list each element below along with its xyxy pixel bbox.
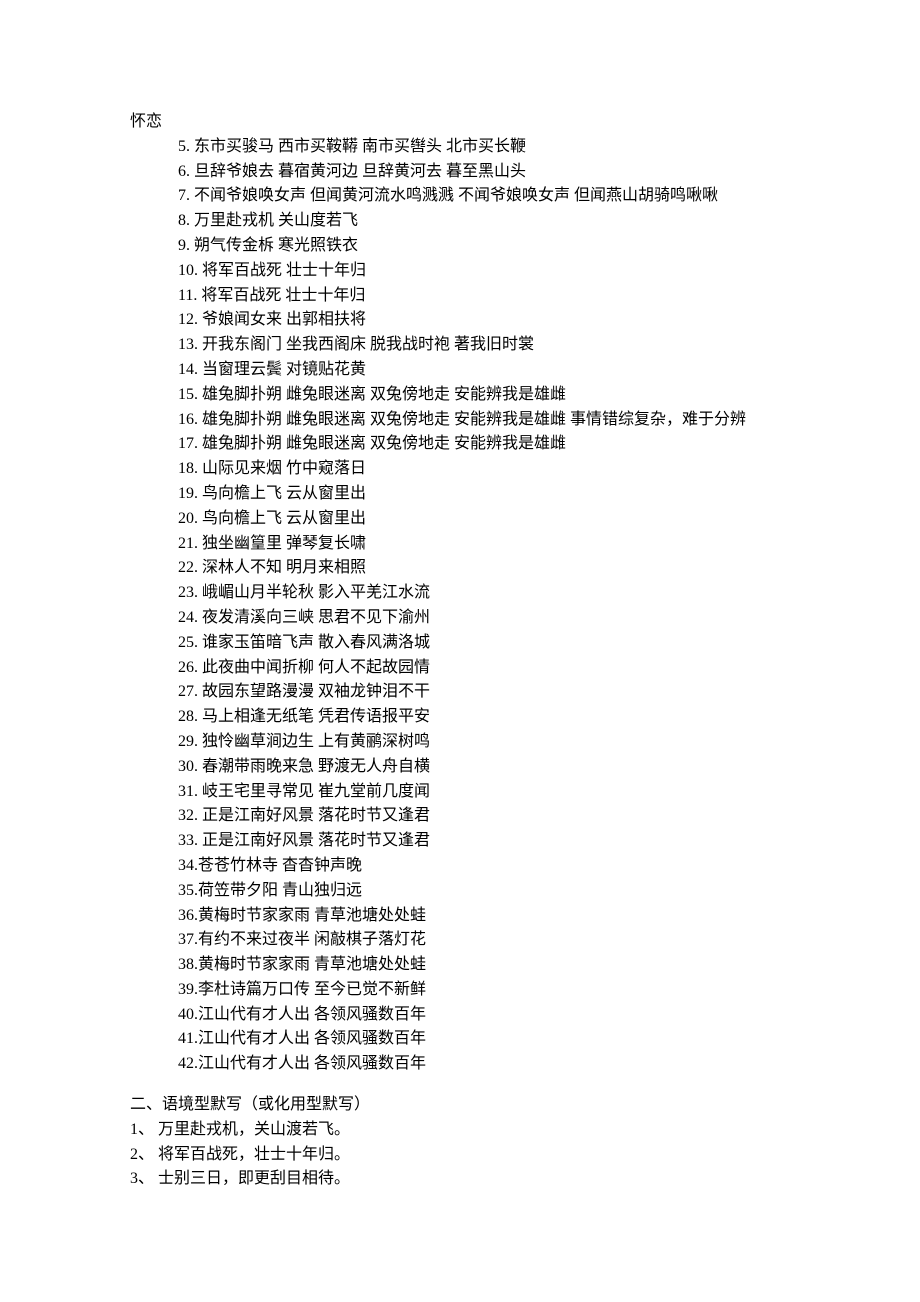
- list-item: 8. 万里赴戎机 关山度若飞: [130, 209, 790, 234]
- list-item: 21. 独坐幽篁里 弹琴复长啸: [130, 532, 790, 557]
- list-item: 34.苍苍竹林寺 杳杳钟声晚: [130, 854, 790, 879]
- list-item: 19. 鸟向檐上飞 云从窗里出: [130, 482, 790, 507]
- list-item: 5. 东市买骏马 西市买鞍鞯 南市买辔头 北市买长鞭: [130, 135, 790, 160]
- list-item: 23. 峨嵋山月半轮秋 影入平羌江水流: [130, 581, 790, 606]
- list-item: 28. 马上相逢无纸笔 凭君传语报平安: [130, 705, 790, 730]
- list-item: 24. 夜发清溪向三峡 思君不见下渝州: [130, 606, 790, 631]
- section-2-heading: 二、语境型默写（或化用型默写）: [130, 1093, 790, 1118]
- list-item: 13. 开我东阁门 坐我西阁床 脱我战时袍 著我旧时裳: [130, 333, 790, 358]
- list-item: 27. 故园东望路漫漫 双袖龙钟泪不干: [130, 680, 790, 705]
- list-item: 怀恋: [130, 110, 790, 135]
- list-item: 31. 岐王宅里寻常见 崔九堂前几度闻: [130, 780, 790, 805]
- list-item: 18. 山际见来烟 竹中窥落日: [130, 457, 790, 482]
- list-item: 17. 雄兔脚扑朔 雌兔眼迷离 双兔傍地走 安能辨我是雄雌: [130, 432, 790, 457]
- list-item: 11. 将军百战死 壮士十年归: [130, 284, 790, 309]
- list-item: 12. 爷娘闻女来 出郭相扶将: [130, 308, 790, 333]
- list-item: 10. 将军百战死 壮士十年归: [130, 259, 790, 284]
- list-item: 32. 正是江南好风景 落花时节又逢君: [130, 804, 790, 829]
- section-2-item: 2、 将军百战死，壮士十年归。: [130, 1143, 790, 1168]
- list-item: 16. 雄兔脚扑朔 雌兔眼迷离 双兔傍地走 安能辨我是雄雌 事情错综复杂，难于分…: [130, 408, 790, 433]
- list-item: 36.黄梅时节家家雨 青草池塘处处蛙: [130, 904, 790, 929]
- list-item: 41.江山代有才人出 各领风骚数百年: [130, 1027, 790, 1052]
- list-item: 25. 谁家玉笛暗飞声 散入春风满洛城: [130, 631, 790, 656]
- list-item: 20. 鸟向檐上飞 云从窗里出: [130, 507, 790, 532]
- list-item: 30. 春潮带雨晚来急 野渡无人舟自横: [130, 755, 790, 780]
- list-item: 35.荷笠带夕阳 青山独归远: [130, 879, 790, 904]
- list-item: 29. 独怜幽草涧边生 上有黄鹂深树鸣: [130, 730, 790, 755]
- list-item: 33. 正是江南好风景 落花时节又逢君: [130, 829, 790, 854]
- section-2: 二、语境型默写（或化用型默写） 1、 万里赴戎机，关山渡若飞。 2、 将军百战死…: [130, 1093, 790, 1192]
- section-2-item: 1、 万里赴戎机，关山渡若飞。: [130, 1118, 790, 1143]
- list-item: 39.李杜诗篇万口传 至今已觉不新鲜: [130, 978, 790, 1003]
- list-item: 7. 不闻爷娘唤女声 但闻黄河流水鸣溅溅 不闻爷娘唤女声 但闻燕山胡骑鸣啾啾: [130, 184, 790, 209]
- list-item: 42.江山代有才人出 各领风骚数百年: [130, 1052, 790, 1077]
- list-item: 15. 雄兔脚扑朔 雌兔眼迷离 双兔傍地走 安能辨我是雄雌: [130, 383, 790, 408]
- section-2-item: 3、 士别三日，即更刮目相待。: [130, 1167, 790, 1192]
- list-item: 37.有约不来过夜半 闲敲棋子落灯花: [130, 928, 790, 953]
- section-spacer: [130, 1077, 790, 1093]
- list-item: 40.江山代有才人出 各领风骚数百年: [130, 1003, 790, 1028]
- list-item: 26. 此夜曲中闻折柳 何人不起故园情: [130, 656, 790, 681]
- document-body: 怀恋5. 东市买骏马 西市买鞍鞯 南市买辔头 北市买长鞭6. 旦辞爷娘去 暮宿黄…: [130, 110, 790, 1192]
- list-item: 38.黄梅时节家家雨 青草池塘处处蛙: [130, 953, 790, 978]
- numbered-list-section: 怀恋5. 东市买骏马 西市买鞍鞯 南市买辔头 北市买长鞭6. 旦辞爷娘去 暮宿黄…: [130, 110, 790, 1077]
- list-item: 9. 朔气传金柝 寒光照铁衣: [130, 234, 790, 259]
- list-item: 14. 当窗理云鬓 对镜贴花黄: [130, 358, 790, 383]
- list-item: 22. 深林人不知 明月来相照: [130, 556, 790, 581]
- list-item: 6. 旦辞爷娘去 暮宿黄河边 旦辞黄河去 暮至黑山头: [130, 160, 790, 185]
